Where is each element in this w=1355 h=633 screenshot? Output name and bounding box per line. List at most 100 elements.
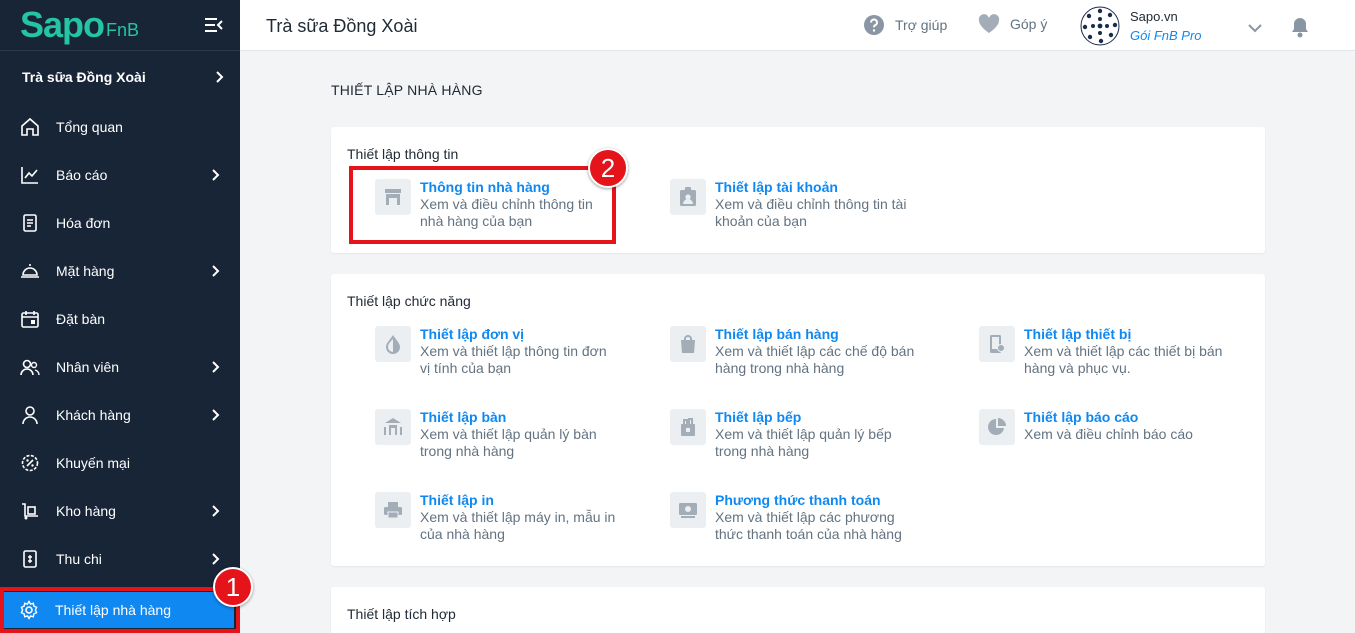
sidebar-item-label: Thu chi [56, 551, 102, 567]
card-title: Thiết lập chức năng [347, 293, 471, 309]
top-header: Trà sữa Đồng Xoài Trợ giúp Góp ý Sapo.vn… [240, 0, 1355, 51]
warehouse-icon [20, 501, 40, 521]
tile-desc: Xem và thiết lập quản lý bàn trong nhà h… [420, 426, 597, 459]
tile-desc: Xem và thiết lập thông tin đơn vị tính c… [420, 343, 607, 376]
customer-icon [20, 405, 40, 425]
store-selector[interactable]: Trà sữa Đồng Xoài [0, 51, 240, 103]
account-name: Sapo.vn [1130, 9, 1178, 24]
sidebar-item-customers[interactable]: Khách hàng [0, 391, 240, 439]
tile-desc: Xem và thiết lập máy in, mẫu in của nhà … [420, 509, 616, 542]
table-icon [375, 409, 411, 445]
integration-settings-card: Thiết lập tích hợp [331, 587, 1265, 633]
account-info: Sapo.vn Gói FnB Pro [1130, 9, 1202, 43]
tile-title: Thiết lập tài khoản [715, 179, 838, 195]
sidebar-item-label: Khách hàng [56, 407, 131, 423]
fnb-logo-suffix: FnB [106, 19, 140, 40]
tile-desc: Xem và điều chỉnh báo cáo [1024, 426, 1193, 442]
chevron-right-icon [212, 169, 220, 181]
tile-device-settings[interactable]: Thiết lập thiết bị Xem và thiết lập các … [979, 326, 1224, 377]
page-title: Trà sữa Đồng Xoài [266, 16, 418, 36]
sidebar-item-restaurant-settings[interactable]: Thiết lập nhà hàng [4, 592, 234, 628]
question-icon [864, 15, 884, 35]
tile-title: Phương thức thanh toán [715, 492, 881, 508]
section-heading: THIẾT LẬP NHÀ HÀNG [331, 82, 483, 98]
drop-icon [375, 326, 411, 362]
tile-desc: Xem và thiết lập quản lý bếp trong nhà h… [715, 426, 892, 459]
tile-desc: Xem và thiết lập các thiết bị bán hàng v… [1024, 343, 1223, 376]
help-link[interactable]: Trợ giúp [863, 14, 947, 36]
dish-icon [20, 261, 40, 281]
tile-desc: Xem và thiết lập các chế độ bán hàng tro… [715, 343, 915, 376]
sidebar-item-invoices[interactable]: Hóa đơn [0, 199, 240, 247]
sidebar-item-reservations[interactable]: Đặt bàn [0, 295, 240, 343]
sidebar-item-overview[interactable]: Tổng quan [0, 103, 240, 151]
tile-title: Thiết lập bếp [715, 409, 802, 425]
account-menu[interactable]: Sapo.vn Gói FnB Pro [1080, 6, 1202, 46]
pie-chart-icon [979, 409, 1015, 445]
chevron-right-icon [212, 505, 220, 517]
chevron-right-icon [212, 409, 220, 421]
sidebar-item-label: Khuyến mại [56, 455, 130, 471]
tile-title: Thiết lập bán hàng [715, 326, 839, 342]
tile-print-settings[interactable]: Thiết lập in Xem và thiết lập máy in, mẫ… [375, 492, 620, 543]
sidebar-item-staff[interactable]: Nhân viên [0, 343, 240, 391]
avatar [1080, 6, 1120, 46]
tile-desc: Xem và thiết lập các phương thức thanh t… [715, 509, 902, 542]
collapse-menu-icon[interactable] [204, 16, 224, 34]
sidebar: Sapo FnB Trà sữa Đồng Xoài Tổng quan Báo… [0, 0, 240, 633]
shopping-bag-icon [670, 326, 706, 362]
info-settings-card: Thiết lập thông tin Thông tin nhà hàng X… [331, 127, 1265, 253]
account-plan: Gói FnB Pro [1130, 28, 1202, 43]
chart-icon [20, 165, 40, 185]
device-icon [979, 326, 1015, 362]
sidebar-item-cashbook[interactable]: Thu chi [0, 535, 240, 583]
cashbook-icon [20, 549, 40, 569]
card-title: Thiết lập thông tin [347, 146, 459, 162]
card-title: Thiết lập tích hợp [347, 606, 456, 622]
chevron-right-icon [212, 553, 220, 565]
chevron-right-icon [216, 71, 224, 83]
sidebar-item-warehouse[interactable]: Kho hàng [0, 487, 240, 535]
sidebar-item-label: Báo cáo [56, 167, 108, 183]
chevron-down-icon[interactable] [1248, 20, 1262, 38]
sidebar-item-reports[interactable]: Báo cáo [0, 151, 240, 199]
feedback-label: Góp ý [1010, 16, 1048, 32]
tile-payment-methods[interactable]: Phương thức thanh toán Xem và thiết lập … [670, 492, 915, 543]
step-badge-2: 2 [588, 148, 628, 188]
sidebar-item-label: Kho hàng [56, 503, 116, 519]
calendar-icon [20, 309, 40, 329]
feedback-link[interactable]: Góp ý [978, 14, 1047, 34]
function-settings-card: Thiết lập chức năng Thiết lập đơn vị Xem… [331, 274, 1265, 566]
tile-title: Thiết lập đơn vị [420, 326, 525, 342]
help-label: Trợ giúp [895, 17, 948, 33]
step-badge-1: 1 [213, 567, 253, 607]
chevron-right-icon [212, 361, 220, 373]
printer-icon [375, 492, 411, 528]
invoice-icon [20, 213, 40, 233]
tile-table-settings[interactable]: Thiết lập bàn Xem và thiết lập quản lý b… [375, 409, 620, 460]
promotion-icon [20, 453, 40, 473]
sapo-logo[interactable]: Sapo [20, 7, 105, 43]
tile-title: Thông tin nhà hàng [420, 179, 550, 195]
tile-restaurant-info[interactable]: Thông tin nhà hàng Xem và điều chỉnh thô… [375, 179, 620, 230]
sidebar-item-label: Hóa đơn [56, 215, 111, 231]
tile-report-settings[interactable]: Thiết lập báo cáo Xem và điều chỉnh báo … [979, 409, 1224, 445]
staff-icon [20, 357, 40, 377]
tile-unit-settings[interactable]: Thiết lập đơn vị Xem và thiết lập thông … [375, 326, 620, 377]
account-icon [670, 179, 706, 215]
sidebar-item-products[interactable]: Mặt hàng [0, 247, 240, 295]
store-name: Trà sữa Đồng Xoài [22, 69, 146, 85]
bell-icon[interactable] [1290, 16, 1310, 43]
tile-desc: Xem và điều chỉnh thông tin tài khoản củ… [715, 196, 907, 229]
tile-title: Thiết lập báo cáo [1024, 409, 1139, 425]
tile-desc: Xem và điều chỉnh thông tin nhà hàng của… [420, 196, 593, 229]
logo-row: Sapo FnB [0, 0, 240, 51]
sidebar-item-promotions[interactable]: Khuyến mại [0, 439, 240, 487]
tile-account-settings[interactable]: Thiết lập tài khoản Xem và điều chỉnh th… [670, 179, 915, 230]
heart-icon [978, 14, 1000, 33]
tile-sales-settings[interactable]: Thiết lập bán hàng Xem và thiết lập các … [670, 326, 915, 377]
payment-icon [670, 492, 706, 528]
home-icon [20, 117, 40, 137]
tile-kitchen-settings[interactable]: Thiết lập bếp Xem và thiết lập quản lý b… [670, 409, 915, 460]
sidebar-item-label: Nhân viên [56, 359, 120, 375]
